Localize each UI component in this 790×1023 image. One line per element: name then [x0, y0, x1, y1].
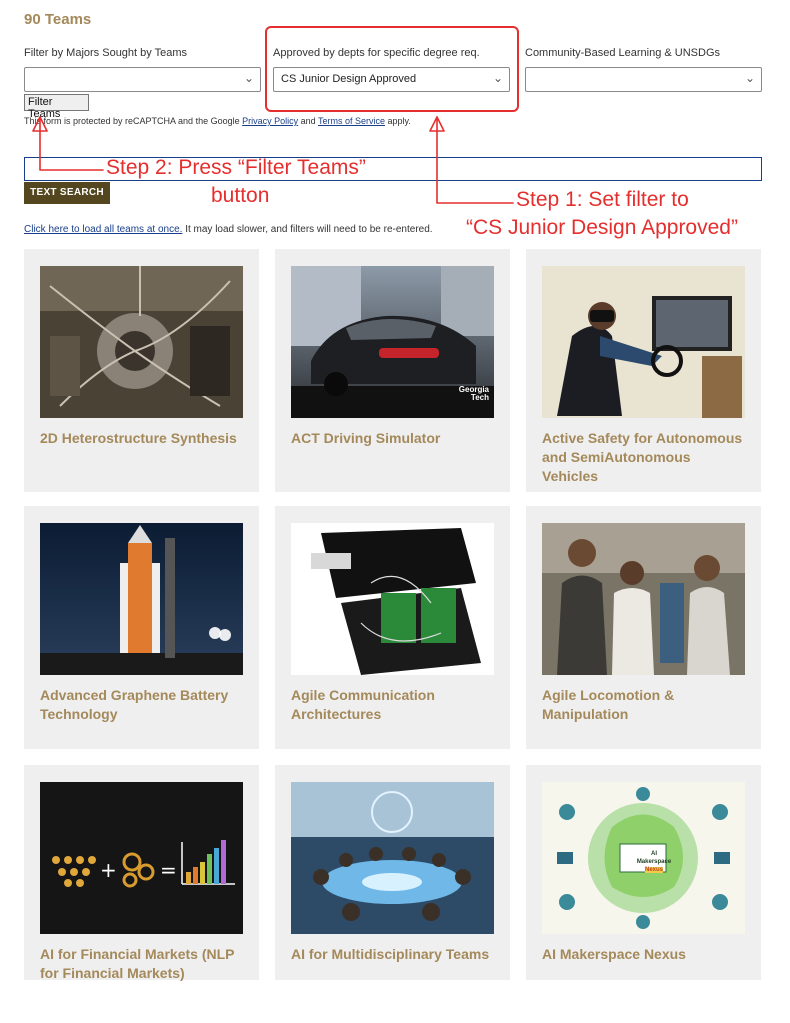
team-title[interactable]: 2D Heterostructure Synthesis — [40, 429, 245, 448]
text-search-button[interactable]: TEXT SEARCH — [24, 182, 110, 204]
team-title[interactable]: AI for Financial Markets (NLP for Financ… — [40, 945, 245, 983]
team-card[interactable]: Active Safety for Autonomous and SemiAut… — [526, 249, 761, 492]
chevron-down-icon: ⌄ — [243, 71, 254, 85]
team-card[interactable]: 2D Heterostructure Synthesis — [24, 249, 259, 492]
makerspace-logo: AI Makerspace Nexus — [636, 851, 672, 873]
recaptcha-suffix: apply. — [385, 116, 411, 126]
recaptcha-and: and — [298, 116, 318, 126]
annotation-step2-line2: button — [211, 184, 270, 207]
team-image-rocket-launch — [40, 523, 243, 675]
team-title[interactable]: AI Makerspace Nexus — [542, 945, 747, 964]
team-card[interactable]: + = AI for Financial Markets (NLP for Fi… — [24, 765, 259, 983]
load-all-notice: Click here to load all teams at once. It… — [24, 224, 433, 235]
load-all-text: It may load slower, and filters will nee… — [182, 224, 433, 235]
recaptcha-text: This form is protected by reCAPTCHA and … — [24, 116, 243, 126]
filter-majors-label: Filter by Majors Sought by Teams — [24, 47, 188, 59]
annotation-step1-line2: “CS Junior Design Approved” — [466, 216, 738, 239]
team-image-ai-finance-chalkboard: + = — [40, 782, 243, 934]
load-all-link[interactable]: Click here to load all teams at once. — [24, 224, 182, 235]
team-image-robot-team — [542, 523, 745, 675]
filter-community-label: Community-Based Learning & UNSDGs — [525, 47, 721, 59]
filter-teams-button[interactable]: Filter Teams — [24, 94, 89, 120]
team-card[interactable]: Agile Locomotion & Manipulation — [526, 506, 761, 749]
team-card[interactable]: AI for Multidisciplinary Teams — [275, 765, 510, 980]
team-card[interactable]: AI Makerspace Nexus AI Makerspace Nexus — [526, 765, 761, 980]
georgia-tech-logo: Georgia Tech — [458, 385, 489, 402]
team-title[interactable]: Advanced Graphene Battery Technology — [40, 686, 245, 724]
team-title[interactable]: ACT Driving Simulator — [291, 429, 496, 448]
team-card[interactable]: Advanced Graphene Battery Technology — [24, 506, 259, 749]
team-title[interactable]: AI for Multidisciplinary Teams — [291, 945, 496, 964]
svg-text:=: = — [160, 858, 177, 882]
team-image-vr-driving — [542, 266, 745, 418]
team-count: 90 Teams — [24, 11, 92, 28]
recaptcha-notice: This form is protected by reCAPTCHA and … — [24, 116, 411, 126]
team-title[interactable]: Active Safety for Autonomous and SemiAut… — [542, 429, 747, 486]
terms-of-service-link[interactable]: Terms of Service — [318, 116, 385, 126]
filter-majors-select[interactable]: ⌄ — [24, 67, 261, 92]
svg-text:+: + — [100, 858, 117, 882]
filter-community-select[interactable]: ⌄ — [525, 67, 762, 92]
team-card[interactable]: Agile Communication Architectures — [275, 506, 510, 749]
team-image-ai-team-meeting — [291, 782, 494, 934]
team-card[interactable]: Georgia Tech ACT Driving Simulator — [275, 249, 510, 492]
team-title[interactable]: Agile Communication Architectures — [291, 686, 496, 724]
team-title[interactable]: Agile Locomotion & Manipulation — [542, 686, 747, 724]
annotation-step2-line1: Step 2: Press “Filter Teams” — [106, 156, 366, 179]
annotation-highlight-box — [265, 26, 519, 112]
annotation-step1-line1: Step 1: Set filter to — [516, 188, 689, 211]
team-image-circuit-board — [291, 523, 494, 675]
chevron-down-icon: ⌄ — [744, 71, 755, 85]
privacy-policy-link[interactable]: Privacy Policy — [242, 116, 298, 126]
team-image-lab-equipment — [40, 266, 243, 418]
